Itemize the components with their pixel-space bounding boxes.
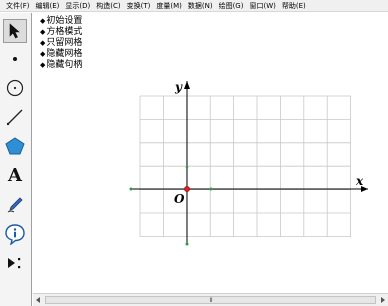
menu-transform[interactable]: 变换(T) <box>124 0 154 12</box>
menu-graph[interactable]: 绘图(G) <box>216 0 247 12</box>
scroll-grip: III <box>209 296 212 304</box>
menu-help[interactable]: 帮助(E) <box>279 0 309 12</box>
x-axis-label: x <box>356 174 364 188</box>
horizontal-scrollbar[interactable]: III <box>33 293 388 306</box>
scroll-thumb[interactable]: III <box>45 296 376 304</box>
custom-tool-icon <box>8 258 21 269</box>
marker-tool[interactable] <box>3 193 27 217</box>
menu-bar: 文件(F) 编辑(E) 显示(D) 构造(C) 变换(T) 度量(M) 数据(N… <box>0 0 388 12</box>
y-axis-bottom-handle[interactable] <box>185 242 189 246</box>
y-unit-point[interactable] <box>185 165 189 169</box>
sketchpad-window: 文件(F) 编辑(E) 显示(D) 构造(C) 变换(T) 度量(M) 数据(N… <box>0 0 388 306</box>
custom-tool[interactable] <box>3 251 27 275</box>
menu-construct[interactable]: 构造(C) <box>93 0 123 12</box>
polygon-tool[interactable] <box>3 134 27 158</box>
menu-window[interactable]: 窗口(W) <box>246 0 278 12</box>
x-axis-left-handle[interactable] <box>129 187 133 191</box>
compass-tool[interactable] <box>3 76 27 100</box>
menu-display[interactable]: 显示(D) <box>62 0 93 12</box>
y-axis-arrow-icon <box>184 81 190 89</box>
menu-data[interactable]: 数据(N) <box>185 0 216 12</box>
menu-file[interactable]: 文件(F) <box>3 0 33 12</box>
polygon-icon <box>5 137 25 155</box>
origin-label: O <box>174 192 185 206</box>
unit-point[interactable] <box>209 187 213 191</box>
arrow-cursor-icon <box>9 23 20 39</box>
arrow-tool[interactable] <box>3 19 27 43</box>
scroll-right-icon[interactable] <box>381 297 385 303</box>
toolbox: A <box>0 13 32 306</box>
sketch-canvas[interactable]: ◆初始设置 ◆方格模式 ◆只留网格 ◆隐藏网格 ◆隐藏句柄 y x O <box>33 13 388 293</box>
y-axis-label: y <box>175 80 182 94</box>
circle-icon <box>6 79 24 97</box>
point-icon <box>13 57 17 61</box>
coordinate-grid <box>129 81 368 246</box>
origin-point[interactable] <box>184 186 190 192</box>
text-A-icon: A <box>8 164 22 186</box>
information-tool[interactable] <box>3 222 27 246</box>
marker-pen-icon <box>7 197 23 213</box>
text-tool[interactable]: A <box>3 163 27 187</box>
straightedge-tool[interactable] <box>3 105 27 129</box>
information-icon <box>5 224 25 245</box>
line-segment-icon <box>6 109 23 126</box>
menu-edit[interactable]: 编辑(E) <box>33 0 63 12</box>
point-tool[interactable] <box>3 47 27 71</box>
scroll-left-icon[interactable] <box>36 297 40 303</box>
menu-measure[interactable]: 度量(M) <box>153 0 185 12</box>
grid-lines <box>139 95 352 237</box>
